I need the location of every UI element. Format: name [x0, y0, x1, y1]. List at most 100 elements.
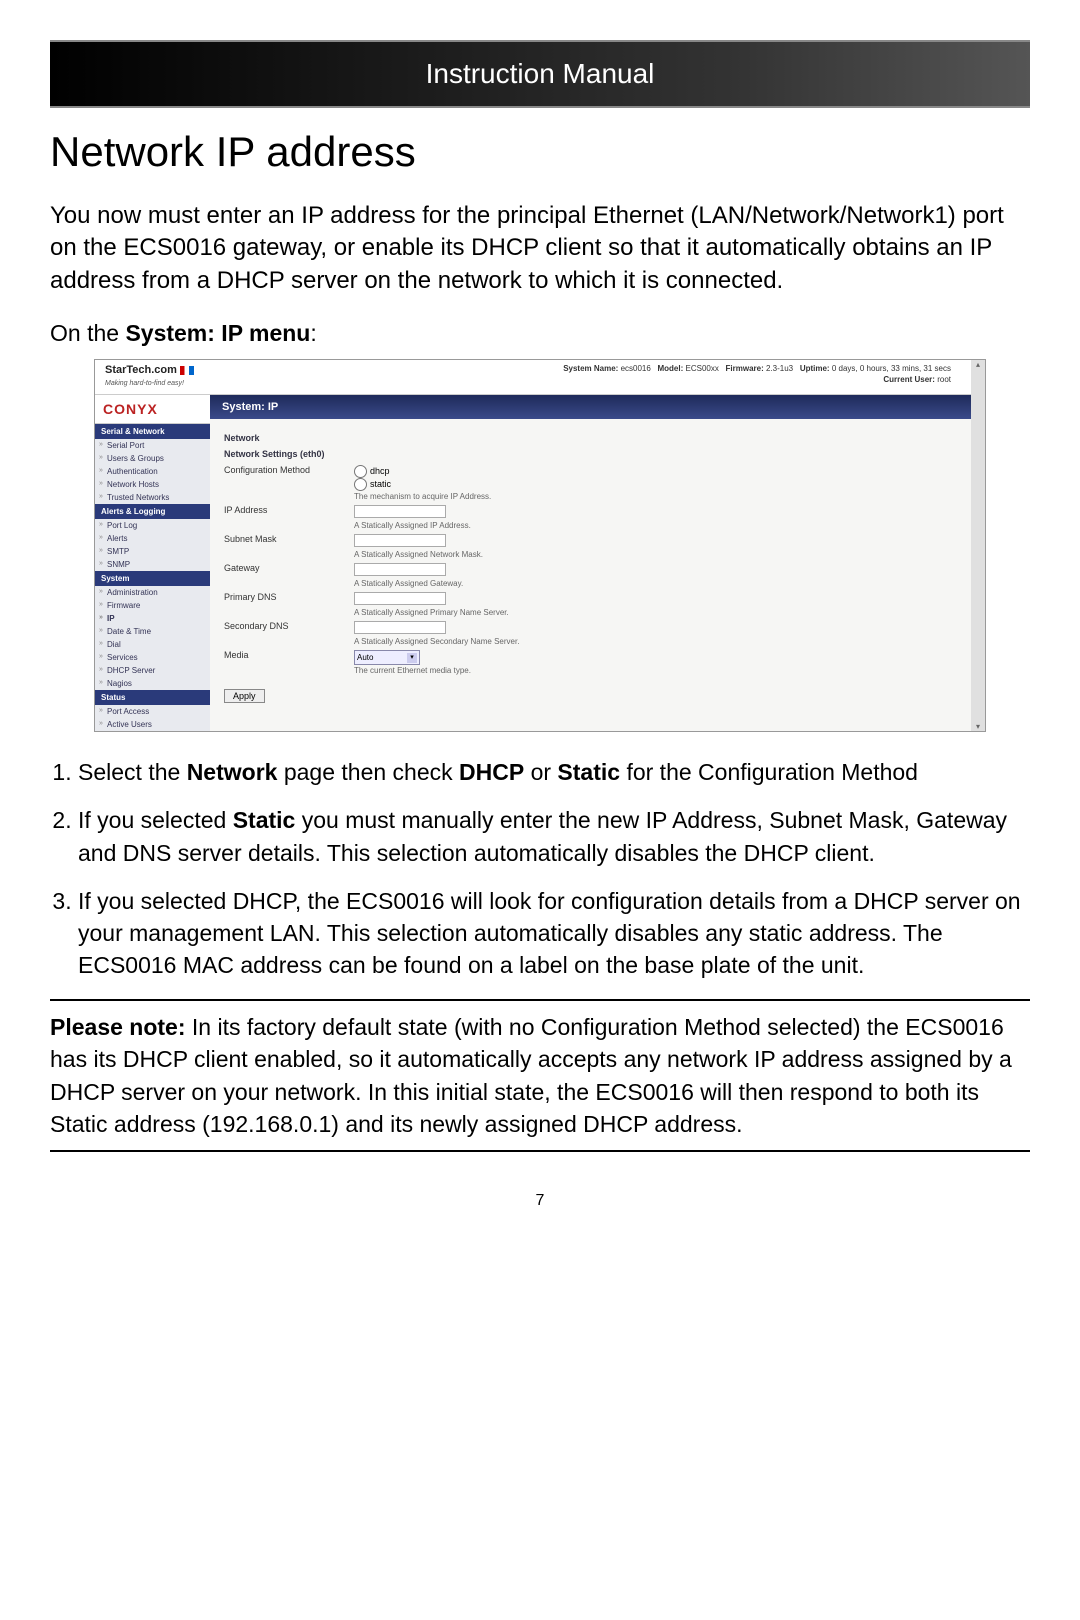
step2-a: If you selected [78, 807, 233, 833]
radio-dhcp[interactable]: dhcp [354, 465, 957, 478]
ss-settings-heading: Network Settings (eth0) [224, 449, 957, 459]
ss-logo-subtext: Making hard-to-find easy! [105, 380, 184, 387]
apply-button[interactable]: Apply [224, 689, 265, 703]
intro-paragraph: You now must enter an IP address for the… [50, 200, 1030, 297]
on-menu-bold: System: IP menu [125, 320, 310, 346]
ss-logo: StarTech.com Making hard-to-find easy! [105, 364, 194, 388]
sidebar-item-nagios[interactable]: Nagios [95, 677, 210, 690]
sidebar-item-port-log[interactable]: Port Log [95, 519, 210, 532]
config-method-hint: The mechanism to acquire IP Address. [354, 492, 957, 501]
subnet-mask-label: Subnet Mask [224, 534, 354, 544]
media-select[interactable]: Auto ▾ [354, 650, 420, 665]
scroll-down-icon[interactable]: ▾ [976, 722, 980, 731]
sidebar-item-snmp[interactable]: SNMP [95, 558, 210, 571]
ss-fw-val: 2.3-1u3 [766, 364, 793, 373]
step-3: If you selected DHCP, the ECS0016 will l… [78, 885, 1030, 982]
ss-navhead-serial: Serial & Network [95, 424, 210, 439]
step1-c: page then check [277, 759, 459, 785]
sidebar-item-firmware[interactable]: Firmware [95, 599, 210, 612]
ss-model-label: Model: [657, 364, 683, 373]
radio-dhcp-label: dhcp [370, 466, 390, 476]
sidebar-item-serial-port[interactable]: Serial Port [95, 439, 210, 452]
page-number: 7 [50, 1192, 1030, 1210]
sidebar-item-trusted-networks[interactable]: Trusted Networks [95, 491, 210, 504]
scrollbar[interactable]: ▴ ▾ [971, 360, 985, 731]
media-hint: The current Ethernet media type. [354, 666, 957, 675]
embedded-screenshot: StarTech.com Making hard-to-find easy! S… [94, 359, 986, 732]
section-title: Network IP address [50, 128, 1030, 176]
ss-navhead-status: Status [95, 690, 210, 705]
ss-model-val: ECS00xx [686, 364, 719, 373]
gateway-hint: A Statically Assigned Gateway. [354, 579, 957, 588]
ss-navhead-system: System [95, 571, 210, 586]
ss-sysname-label: System Name: [563, 364, 618, 373]
ss-topbar: StarTech.com Making hard-to-find easy! S… [95, 360, 971, 395]
sidebar-item-dial[interactable]: Dial [95, 638, 210, 651]
on-menu-prefix: On the [50, 320, 125, 346]
ss-brand: CONYX [95, 395, 210, 424]
note-text: In its factory default state (with no Co… [50, 1014, 1012, 1137]
scroll-up-icon[interactable]: ▴ [976, 360, 980, 369]
ip-address-label: IP Address [224, 505, 354, 515]
ss-navhead-alerts: Alerts & Logging [95, 504, 210, 519]
secondary-dns-input[interactable] [354, 621, 446, 634]
ss-sysname-val: ecs0016 [621, 364, 651, 373]
subnet-mask-hint: A Statically Assigned Network Mask. [354, 550, 957, 559]
ss-network-heading: Network [224, 433, 957, 443]
steps-list: Select the Network page then check DHCP … [50, 756, 1030, 981]
ip-address-hint: A Statically Assigned IP Address. [354, 521, 957, 530]
step-1: Select the Network page then check DHCP … [78, 756, 1030, 788]
ss-main: System: IP Network Network Settings (eth… [210, 395, 971, 731]
sidebar-item-users-groups[interactable]: Users & Groups [95, 452, 210, 465]
radio-static[interactable]: static [354, 478, 957, 491]
sidebar-item-dhcp-server[interactable]: DHCP Server [95, 664, 210, 677]
sidebar-item-administration[interactable]: Administration [95, 586, 210, 599]
ss-fw-label: Firmware: [726, 364, 764, 373]
step1-a: Select the [78, 759, 187, 785]
primary-dns-hint: A Statically Assigned Primary Name Serve… [354, 608, 957, 617]
sidebar-item-date-time[interactable]: Date & Time [95, 625, 210, 638]
ip-address-input[interactable] [354, 505, 446, 518]
on-menu-line: On the System: IP menu: [50, 320, 1030, 347]
sidebar-item-authentication[interactable]: Authentication [95, 465, 210, 478]
secondary-dns-hint: A Statically Assigned Secondary Name Ser… [354, 637, 957, 646]
sidebar-item-active-users[interactable]: Active Users [95, 718, 210, 731]
ss-sysinfo: System Name: ecs0016 Model: ECS00xx Firm… [563, 364, 951, 392]
subnet-mask-input[interactable] [354, 534, 446, 547]
ss-sidebar: CONYX Serial & Network Serial Port Users… [95, 395, 210, 731]
ss-uptime-val: 0 days, 0 hours, 33 mins, 31 secs [832, 364, 951, 373]
config-method-label: Configuration Method [224, 465, 354, 475]
ss-logo-flag-icon [180, 366, 194, 375]
step2-b: Static [233, 807, 296, 833]
gateway-input[interactable] [354, 563, 446, 576]
on-menu-suffix: : [310, 320, 316, 346]
step1-f: Static [557, 759, 620, 785]
step1-b: Network [187, 759, 278, 785]
please-note: Please note: In its factory default stat… [50, 1011, 1030, 1140]
secondary-dns-label: Secondary DNS [224, 621, 354, 631]
sidebar-item-ip[interactable]: IP [95, 612, 210, 625]
sidebar-item-smtp[interactable]: SMTP [95, 545, 210, 558]
divider-top [50, 999, 1030, 1001]
sidebar-item-services[interactable]: Services [95, 651, 210, 664]
gateway-label: Gateway [224, 563, 354, 573]
divider-bottom [50, 1150, 1030, 1152]
ss-uptime-label: Uptime: [800, 364, 830, 373]
ss-user-val: root [937, 375, 951, 384]
sidebar-item-port-access[interactable]: Port Access [95, 705, 210, 718]
step1-e: or [524, 759, 557, 785]
primary-dns-input[interactable] [354, 592, 446, 605]
step-2: If you selected Static you must manually… [78, 804, 1030, 868]
radio-static-label: static [370, 479, 391, 489]
header-title: Instruction Manual [426, 58, 655, 89]
ss-user-label: Current User: [883, 375, 935, 384]
header-bar: Instruction Manual [50, 40, 1030, 108]
note-label: Please note: [50, 1014, 186, 1040]
ss-titlebar: System: IP [210, 395, 971, 419]
sidebar-item-alerts[interactable]: Alerts [95, 532, 210, 545]
media-label: Media [224, 650, 354, 660]
sidebar-item-network-hosts[interactable]: Network Hosts [95, 478, 210, 491]
primary-dns-label: Primary DNS [224, 592, 354, 602]
step1-g: for the Configuration Method [620, 759, 918, 785]
step1-d: DHCP [459, 759, 524, 785]
